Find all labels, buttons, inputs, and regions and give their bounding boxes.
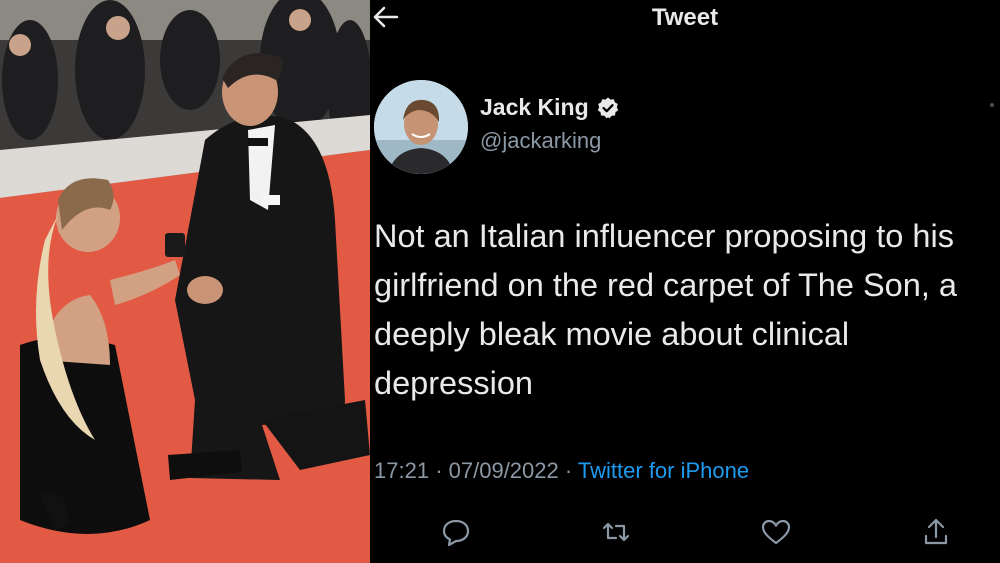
- verified-badge-icon: [597, 97, 618, 118]
- page-title: Tweet: [651, 4, 719, 31]
- proposal-photo: [0, 0, 370, 563]
- meta-separator: ·: [564, 458, 573, 483]
- tweet-date[interactable]: 07/09/2022: [449, 458, 559, 483]
- like-button[interactable]: [756, 512, 796, 552]
- tweet-time[interactable]: 17:21: [374, 458, 429, 483]
- author-handle[interactable]: @jackarking: [480, 128, 601, 154]
- tweet-meta: 17:21 · 07/09/2022 · Twitter for iPhone: [374, 458, 749, 484]
- retweet-icon: [602, 522, 630, 542]
- retweet-button[interactable]: [596, 512, 636, 552]
- reply-icon: [442, 519, 470, 547]
- tweet-source[interactable]: Twitter for iPhone: [578, 458, 749, 483]
- reply-button[interactable]: [436, 512, 476, 552]
- avatar[interactable]: [374, 80, 468, 174]
- tweet-text: Not an Italian influencer proposing to h…: [374, 218, 957, 401]
- tweet-panel: Tweet Jack King @jackarking Not an Itali…: [370, 0, 1000, 563]
- author-name: Jack King: [480, 94, 589, 120]
- share-icon: [924, 518, 948, 545]
- tweet-actions: [370, 512, 1000, 552]
- more-options-icon[interactable]: [990, 103, 994, 107]
- meta-separator: ·: [435, 458, 443, 483]
- author-row[interactable]: Jack King: [480, 94, 620, 121]
- like-icon: [761, 519, 791, 545]
- share-button[interactable]: [916, 512, 956, 552]
